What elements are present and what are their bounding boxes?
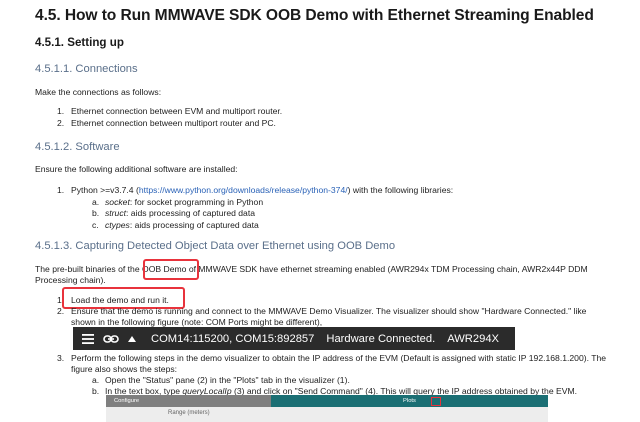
section-heading: 4.5. How to Run MMWAVE SDK OOB Demo with… bbox=[35, 7, 594, 24]
capturing-heading: 4.5.1.3. Capturing Detected Object Data … bbox=[35, 240, 396, 252]
list-item: 1. Ethernet connection between EVM and mu… bbox=[57, 106, 282, 116]
list-item-text: Ensure that the demo is running and conn… bbox=[71, 306, 587, 316]
list-item: c. ctypes: aids processing of captured da… bbox=[92, 220, 259, 230]
list-number: 2. bbox=[57, 118, 65, 128]
list-number: 1. bbox=[57, 106, 65, 116]
connections-intro: Make the connections as follows: bbox=[35, 87, 162, 97]
text-span: The pre-built binaries of the bbox=[35, 264, 143, 274]
highlight-box bbox=[143, 259, 199, 280]
list-item-text: Perform the following steps in the demo … bbox=[71, 353, 607, 363]
connection-status: Hardware Connected. bbox=[326, 332, 436, 345]
range-axis-label: Range (meters) bbox=[168, 410, 210, 416]
text-span: of MMWAVE SDK have ethernet streaming en… bbox=[186, 264, 588, 274]
list-number: 1. bbox=[57, 185, 65, 195]
connections-heading: 4.5.1.1. Connections bbox=[35, 63, 138, 75]
status-bar-screenshot: COM14:115200, COM15:892857 Hardware Conn… bbox=[73, 327, 515, 350]
visualizer-screenshot: Configure Plots Range (meters) bbox=[106, 395, 548, 422]
list-item: a. Open the "Status" pane (2) in the "Plo… bbox=[92, 375, 350, 385]
list-item: 2. Ethernet connection between multiport … bbox=[57, 118, 276, 128]
list-item: 2. Ensure that the demo is running and co… bbox=[57, 306, 586, 316]
capturing-paragraph-line1: The pre-built binaries of the OOB Demo o… bbox=[35, 264, 588, 274]
list-letter: a. bbox=[92, 197, 100, 207]
highlight-box bbox=[431, 397, 441, 406]
link-icon bbox=[103, 333, 119, 345]
capturing-paragraph-line2: Processing chain). bbox=[35, 275, 106, 285]
device-name: AWR294X bbox=[447, 332, 500, 345]
caret-up-icon bbox=[127, 335, 137, 343]
list-letter: c. bbox=[92, 220, 99, 230]
lib-desc: : aids processing of captured data bbox=[126, 208, 256, 218]
lib-name: struct bbox=[105, 208, 127, 218]
python-download-link[interactable]: https://www.python.org/downloads/release… bbox=[139, 185, 348, 195]
lib-desc: : for socket programming in Python bbox=[129, 197, 264, 207]
software-intro: Ensure the following additional software… bbox=[35, 164, 238, 174]
list-item: a. socket: for socket programming in Pyth… bbox=[92, 197, 263, 207]
lib-name: ctypes bbox=[105, 220, 130, 230]
list-item-text: Ethernet connection between EVM and mult… bbox=[71, 106, 283, 116]
software-heading: 4.5.1.2. Software bbox=[35, 141, 120, 153]
com-ports: COM14:115200, COM15:892857 bbox=[151, 332, 315, 345]
tab-plots: Plots bbox=[271, 395, 548, 407]
list-number: 3. bbox=[57, 353, 65, 363]
list-item: 1. Python >=v3.7.4 (https://www.python.or… bbox=[57, 185, 453, 195]
list-item-continuation: figure also shows the steps: bbox=[71, 364, 178, 374]
python-prefix: Python >=v3.7.4 ( bbox=[71, 185, 139, 195]
list-letter: b. bbox=[92, 386, 100, 396]
subsection-heading: 4.5.1. Setting up bbox=[35, 36, 124, 49]
list-item-text: Ethernet connection between multiport ro… bbox=[71, 118, 276, 128]
lib-desc: : aids processing of captured data bbox=[129, 220, 259, 230]
lib-name: socket bbox=[105, 197, 130, 207]
list-item-continuation: shown in the following figure (note: COM… bbox=[71, 317, 323, 327]
python-suffix: ) with the following libraries: bbox=[347, 185, 454, 195]
list-letter: a. bbox=[92, 375, 100, 385]
list-item-text: Open the "Status" pane (2) in the "Plots… bbox=[105, 375, 350, 385]
menu-icon bbox=[81, 333, 95, 345]
tab-configure: Configure bbox=[106, 395, 271, 407]
list-letter: b. bbox=[92, 208, 100, 218]
document-page: 4.5. How to Run MMWAVE SDK OOB Demo with… bbox=[0, 0, 640, 422]
list-item: b. struct: aids processing of captured da… bbox=[92, 208, 255, 218]
list-item: 3. Perform the following steps in the dem… bbox=[57, 353, 606, 363]
list-number: 2. bbox=[57, 306, 65, 316]
